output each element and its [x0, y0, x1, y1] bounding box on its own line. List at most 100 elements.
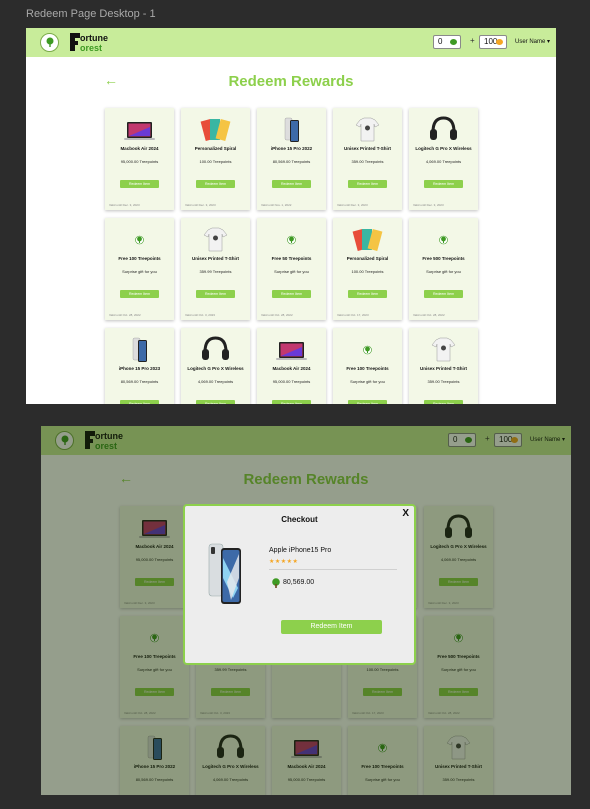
- reward-image: [333, 114, 402, 144]
- product-name: Apple iPhone15 Pro: [269, 547, 332, 554]
- reward-image: [409, 334, 478, 364]
- product-price: 80,569.00: [283, 579, 315, 586]
- reward-card[interactable]: iPhone 15 Pro 2022 80,569.00 Treepoints Re…: [257, 108, 326, 210]
- headset-icon: [202, 336, 229, 360]
- redeem-item-button[interactable]: Redeem Item: [281, 620, 382, 634]
- reward-price: 80,569.00 Treepoints: [272, 159, 311, 164]
- tshirt-icon: [355, 117, 380, 142]
- valid-until-date: Valid until Oct. 3, 2023: [185, 313, 215, 317]
- reward-name: iPhone 15 Pro 2022: [270, 146, 313, 151]
- tree-icon: [439, 235, 448, 245]
- redeem-item-button[interactable]: Redeem Item: [424, 290, 463, 298]
- reward-name: Unisex Printed T-Shirt: [419, 366, 467, 371]
- reward-card[interactable]: Free 100 Treepoints Surprise gift for you…: [105, 218, 174, 320]
- reward-price: 100.00 Treepoints: [199, 159, 232, 164]
- add-icon[interactable]: +: [470, 36, 475, 45]
- reward-card[interactable]: Unisex Printed T-Shirt 359.99 Treepoints R…: [181, 218, 250, 320]
- coin-balance[interactable]: 100: [479, 35, 507, 49]
- valid-until-date: Valid until Oct. 17, 2023: [337, 313, 369, 317]
- reward-card[interactable]: Macbook Air 2024 95,000.00 Treepoints Rede…: [257, 328, 326, 404]
- reward-image: [105, 114, 174, 144]
- brand-logo[interactable]: ortune orest: [70, 32, 120, 54]
- laptop-icon: [276, 342, 307, 360]
- reward-name: Free 500 Treepoints: [422, 256, 465, 261]
- valid-until-date: Valid until Dec. 3, 2023: [337, 203, 368, 207]
- reward-card[interactable]: Unisex Printed T-Shirt 359.00 Treepoints R…: [333, 108, 402, 210]
- redeem-item-button[interactable]: Redeem Item: [348, 400, 387, 404]
- brand-word-fortune: ortune: [80, 33, 108, 43]
- reward-image: [257, 224, 326, 254]
- redeem-item-button[interactable]: Redeem Item: [348, 180, 387, 188]
- treepoints-balance[interactable]: 0: [433, 35, 461, 49]
- reward-card[interactable]: Personalized Spiral 100.00 Treepoints Rede…: [333, 218, 402, 320]
- redeem-item-button[interactable]: Redeem Item: [196, 180, 235, 188]
- reward-image: [333, 334, 402, 364]
- redeem-item-button[interactable]: Redeem Item: [272, 290, 311, 298]
- redeem-item-button[interactable]: Redeem Item: [348, 290, 387, 298]
- valid-until-date: Valid until Oct. 28, 2022: [413, 313, 445, 317]
- reward-card[interactable]: Free 100 Treepoints Surprise gift for you…: [333, 328, 402, 404]
- notebooks-icon: [200, 119, 231, 141]
- reward-card[interactable]: Logitech G Pro X Wireless 4,069.00 Treepo…: [409, 108, 478, 210]
- reward-card[interactable]: Personalized Spiral 100.00 Treepoints Rede…: [181, 108, 250, 210]
- tshirt-icon: [431, 337, 456, 362]
- reward-name: Macbook Air 2024: [272, 366, 311, 371]
- logo-badge[interactable]: [40, 33, 59, 52]
- reward-image: [409, 224, 478, 254]
- notebooks-icon: [352, 229, 383, 251]
- tshirt-icon: [203, 227, 228, 252]
- reward-price: 95,000.00 Treepoints: [120, 159, 159, 164]
- rating-stars-icon: ★★★★★: [269, 559, 299, 565]
- reward-image: [181, 114, 250, 144]
- reward-image: [105, 224, 174, 254]
- valid-until-date: Valid until Dec. 3, 2023: [109, 203, 140, 207]
- reward-price: Surprise gift for you: [426, 269, 461, 274]
- redeem-item-button[interactable]: Redeem Item: [272, 400, 311, 404]
- reward-card[interactable]: Logitech G Pro X Wireless 4,069.00 Treepo…: [181, 328, 250, 404]
- redeem-item-button[interactable]: Redeem Item: [196, 290, 235, 298]
- redeem-item-button[interactable]: Redeem Item: [120, 180, 159, 188]
- redeem-item-button[interactable]: Redeem Item: [272, 180, 311, 188]
- reward-card[interactable]: Free 50 Treepoints Surprise gift for you R…: [257, 218, 326, 320]
- reward-name: Logitech G Pro X Wireless: [187, 366, 244, 371]
- phone-icon: [132, 337, 147, 362]
- top-header: ortune orest 0 + 100 User Name ▾: [26, 28, 556, 57]
- valid-until-date: Valid until Oct. 28, 2022: [261, 313, 293, 317]
- reward-image: [257, 334, 326, 364]
- reward-price: 4,069.00 Treepoints: [425, 159, 462, 164]
- tree-icon: [287, 235, 296, 245]
- redeem-item-button[interactable]: Redeem Item: [424, 400, 463, 404]
- valid-until-date: Valid until Dec. 3, 2023: [185, 203, 216, 207]
- redeem-item-button[interactable]: Redeem Item: [120, 290, 159, 298]
- reward-card[interactable]: Macbook Air 2024 95,000.00 Treepoints Rede…: [105, 108, 174, 210]
- redeem-item-button[interactable]: Redeem Item: [196, 400, 235, 404]
- redeem-item-button[interactable]: Redeem Item: [120, 400, 159, 404]
- reward-price: 95,000.00 Treepoints: [272, 379, 311, 384]
- reward-card[interactable]: iPhone 15 Pro 2023 80,569.00 Treepoints Re…: [105, 328, 174, 404]
- reward-card[interactable]: Unisex Printed T-Shirt 359.00 Treepoints R…: [409, 328, 478, 404]
- reward-name: Unisex Printed T-Shirt: [343, 146, 391, 151]
- reward-name: Logitech G Pro X Wireless: [415, 146, 472, 151]
- valid-until-date: Valid until Oct. 28, 2022: [109, 313, 141, 317]
- reward-price: Surprise gift for you: [274, 269, 309, 274]
- reward-image: [333, 224, 402, 254]
- reward-price: 359.99 Treepoints: [199, 269, 232, 274]
- valid-until-date: Valid until Nov. 1, 2022: [261, 203, 292, 207]
- reward-price: 359.00 Treepoints: [351, 159, 384, 164]
- redeem-item-button[interactable]: Redeem Item: [424, 180, 463, 188]
- reward-card[interactable]: Free 500 Treepoints Surprise gift for you…: [409, 218, 478, 320]
- reward-name: Personalized Spiral: [194, 146, 237, 151]
- reward-price: 4,069.00 Treepoints: [197, 379, 234, 384]
- reward-image: [181, 334, 250, 364]
- coin-icon: [496, 39, 503, 45]
- phone-icon: [284, 117, 299, 142]
- reward-price: Surprise gift for you: [122, 269, 157, 274]
- reward-price: 100.00 Treepoints: [351, 269, 384, 274]
- laptop-icon: [124, 122, 155, 140]
- tree-icon: [363, 345, 372, 355]
- user-menu[interactable]: User Name ▾: [515, 38, 550, 45]
- page-title: Redeem Rewards: [228, 73, 354, 90]
- reward-name: Personalized Spiral: [346, 256, 389, 261]
- canvas-frame-title: Redeem Page Desktop - 1: [26, 8, 156, 20]
- brand-word-forest: orest: [80, 43, 103, 53]
